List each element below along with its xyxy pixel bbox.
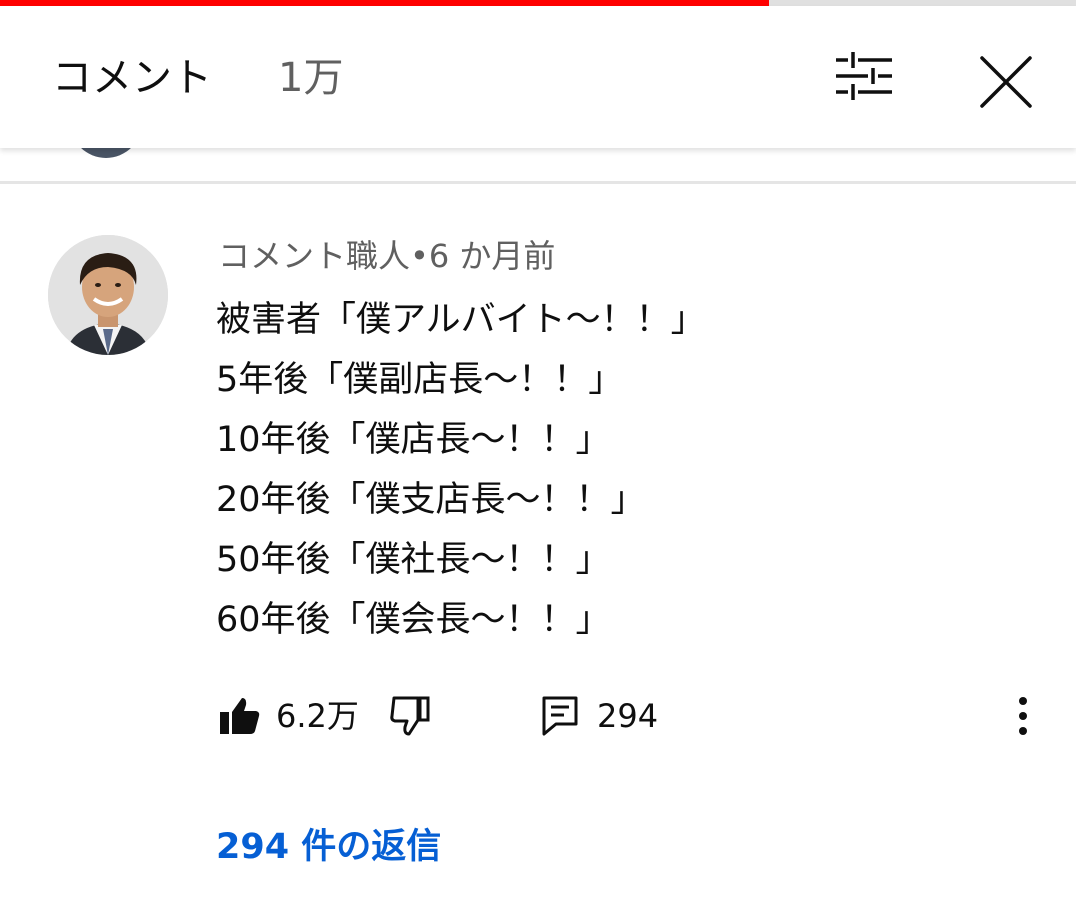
sort-filter-button[interactable] bbox=[832, 46, 896, 110]
comments-title: コメント bbox=[52, 55, 212, 101]
comments-header: コメント 1万 bbox=[0, 6, 1076, 148]
comments-count: 1万 bbox=[278, 55, 344, 101]
reply-button[interactable] bbox=[540, 694, 580, 738]
comment-line: 60年後「僕会長～！！」 bbox=[216, 600, 611, 640]
author-avatar-image bbox=[48, 235, 168, 355]
view-replies-link[interactable]: 294 件の返信 bbox=[216, 826, 441, 868]
thumbs-up-icon bbox=[220, 698, 260, 734]
comment-meta: コメント職人•6 か月前 bbox=[218, 236, 555, 276]
close-button[interactable] bbox=[974, 50, 1038, 114]
more-vert-icon bbox=[1019, 697, 1027, 735]
comment-line: 10年後「僕店長～！！」 bbox=[216, 420, 611, 460]
comment-line: 50年後「僕社長～！！」 bbox=[216, 540, 611, 580]
meta-separator: • bbox=[410, 237, 429, 275]
comment-reply-icon bbox=[542, 696, 578, 736]
close-icon bbox=[980, 56, 1032, 108]
more-options-button[interactable] bbox=[1008, 694, 1038, 738]
author-avatar[interactable] bbox=[48, 235, 168, 355]
dislike-button[interactable] bbox=[388, 694, 432, 738]
comment-body: 被害者「僕アルバイト～！！」 5年後「僕副店長～！！」 10年後「僕店長～！！」… bbox=[216, 290, 706, 650]
reply-count: 294 bbox=[597, 697, 659, 735]
comment-line: 5年後「僕副店長～！！」 bbox=[216, 360, 624, 400]
thumbs-down-icon bbox=[390, 696, 430, 736]
comment-author[interactable]: コメント職人 bbox=[218, 237, 410, 275]
sort-filter-icon bbox=[836, 52, 892, 100]
comment-time: 6 か月前 bbox=[428, 237, 556, 275]
like-button[interactable] bbox=[218, 694, 262, 738]
comment-line: 20年後「僕支店長～！！」 bbox=[216, 480, 646, 520]
comment-line: 被害者「僕アルバイト～！！」 bbox=[216, 300, 706, 340]
like-count: 6.2万 bbox=[276, 697, 359, 735]
divider bbox=[0, 181, 1076, 184]
